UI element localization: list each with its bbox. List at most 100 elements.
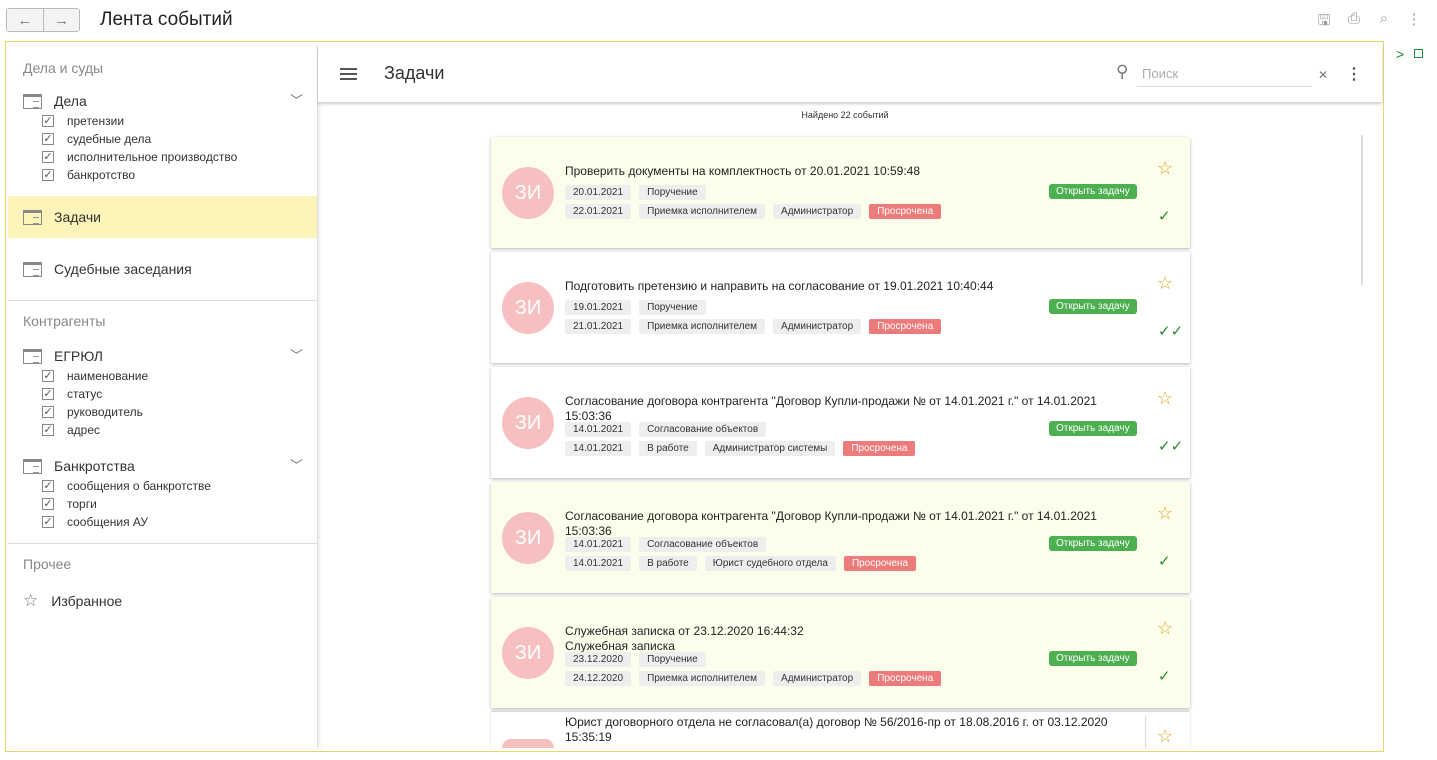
open-task-button[interactable]: Открыть задачу (1049, 536, 1137, 551)
sidebar-group-bankruptcy[interactable]: Банкротства ﹀ (8, 455, 317, 477)
menu-icon[interactable] (340, 68, 357, 80)
check-icon: ✓ (1158, 208, 1171, 225)
checkbox-checked-icon[interactable]: ✓ (42, 151, 54, 163)
filter-checkbox-item[interactable]: ✓ сообщения АУ (8, 513, 317, 531)
avatar: ЗИ (502, 397, 554, 449)
preview-icon[interactable]: ⌕ (1375, 10, 1393, 35)
checkbox-checked-icon[interactable]: ✓ (42, 516, 54, 528)
chevron-down-icon[interactable]: ﹀ (290, 90, 303, 109)
filter-label: адрес (67, 423, 101, 437)
page-header: Задачи ⚲ ✕ ⋮ (318, 46, 1382, 102)
filter-label: сообщения АУ (67, 515, 149, 529)
forward-button[interactable]: → (43, 9, 79, 31)
open-task-button[interactable]: Открыть задачу (1049, 184, 1137, 199)
star-icon[interactable]: ☆ (1157, 618, 1173, 639)
checkbox-checked-icon[interactable]: ✓ (42, 169, 54, 181)
tag: Приемка исполнителем (639, 319, 766, 334)
square-icon[interactable] (1414, 49, 1423, 58)
tag-row: 14.01.2021 В работе Администратор системы П… (565, 441, 916, 456)
print-icon[interactable]: ⎙ (1345, 10, 1363, 35)
clear-search-icon[interactable]: ✕ (1318, 68, 1328, 82)
tag: Юрист судебного отдела (704, 556, 836, 571)
tag-row: 14.01.2021 Согласование объектов (565, 537, 767, 552)
tag-row: 24.12.2020 Приемка исполнителем Администра… (565, 671, 942, 686)
scrollbar[interactable] (1361, 135, 1363, 285)
event-card[interactable]: ЗИ Подготовить претензию и направить на с… (491, 252, 1190, 363)
calendar-icon (23, 93, 42, 109)
more-options-icon[interactable]: ⋮ (1346, 64, 1362, 84)
save-icon[interactable]: 🖫 (1315, 10, 1333, 35)
check-icon: ✓ (1158, 553, 1171, 570)
filter-checkbox-item[interactable]: ✓ сообщения о банкротстве (8, 477, 317, 495)
checkbox-checked-icon[interactable]: ✓ (42, 115, 54, 127)
search-input[interactable] (1137, 61, 1312, 87)
event-title: Подготовить претензию и направить на сог… (565, 279, 994, 293)
sidebar-group-egrul[interactable]: ЕГРЮЛ ﹀ (8, 345, 317, 367)
item-label: Задачи (54, 209, 102, 225)
filter-label: исполнительное производство (67, 150, 238, 164)
event-card[interactable]: ЗИ Согласование договора контрагента "Дог… (491, 367, 1190, 478)
open-task-button[interactable]: Открыть задачу (1049, 651, 1137, 666)
group-label: Дела (54, 93, 87, 109)
group-label: Банкротства (54, 458, 135, 474)
chevron-down-icon[interactable]: ﹀ (290, 345, 303, 364)
section-label: Контрагенты (23, 313, 106, 329)
back-button[interactable]: ← (7, 9, 43, 31)
tag-row: 21.01.2021 Приемка исполнителем Администра… (565, 319, 942, 334)
window-title: Лента событий (100, 9, 233, 30)
calendar-icon (23, 458, 42, 474)
tag: Администратор (773, 319, 862, 334)
check-icon: ✓ (1158, 668, 1171, 685)
filter-label: статус (67, 387, 103, 401)
checkbox-checked-icon[interactable]: ✓ (42, 388, 54, 400)
tag: 14.01.2021 (565, 537, 632, 552)
tag-row: 22.01.2021 Приемка исполнителем Администра… (565, 204, 942, 219)
calendar-icon (23, 348, 42, 364)
filter-checkbox-item[interactable]: ✓ адрес (8, 421, 317, 439)
open-task-button[interactable]: Открыть задачу (1049, 299, 1137, 314)
filter-checkbox-item[interactable]: ✓ торги (8, 495, 317, 513)
filter-label: руководитель (67, 405, 143, 419)
filter-checkbox-item[interactable]: ✓ наименование (8, 367, 317, 385)
event-card[interactable]: ЗИ Согласование договора контрагента "Дог… (491, 482, 1190, 593)
sidebar-item-favorites[interactable]: ☆ Избранное (8, 580, 317, 622)
star-icon[interactable]: ☆ (1157, 388, 1173, 409)
checkbox-checked-icon[interactable]: ✓ (42, 480, 54, 492)
more-icon[interactable]: ⋮ (1405, 10, 1423, 35)
checkbox-checked-icon[interactable]: ✓ (42, 370, 54, 382)
event-card[interactable]: ЗИ Служебная записка от 23.12.2020 16:44:… (491, 597, 1190, 708)
sidebar-item-hearings[interactable]: Судебные заседания (8, 248, 317, 290)
sidebar-item-tasks[interactable]: Задачи (8, 196, 317, 238)
chevron-right-icon[interactable]: > (1396, 46, 1404, 62)
calendar-icon (23, 209, 42, 225)
item-label: Избранное (51, 593, 123, 609)
event-card[interactable]: ЗИ Юрист договорного отдела не согласовал… (491, 712, 1190, 748)
filter-label: банкротство (67, 168, 136, 182)
chevron-down-icon[interactable]: ﹀ (290, 455, 303, 474)
open-task-button[interactable]: Открыть задачу (1049, 421, 1137, 436)
checkbox-checked-icon[interactable]: ✓ (42, 133, 54, 145)
sidebar-group-dela[interactable]: Дела ﹀ (8, 90, 317, 112)
checkbox-checked-icon[interactable]: ✓ (42, 406, 54, 418)
star-icon[interactable]: ☆ (1157, 726, 1173, 747)
filter-checkbox-item[interactable]: ✓ исполнительное производство (8, 148, 317, 166)
card-divider (1145, 716, 1146, 748)
star-icon[interactable]: ☆ (1157, 273, 1173, 294)
event-title: Проверить документы на комплектность от … (565, 164, 921, 178)
filter-checkbox-item[interactable]: ✓ руководитель (8, 403, 317, 421)
tag: 14.01.2021 (565, 422, 632, 437)
tag-row: 14.01.2021 В работе Юрист судебного отдела… (565, 556, 917, 571)
star-icon[interactable]: ☆ (1157, 158, 1173, 179)
filter-checkbox-item[interactable]: ✓ банкротство (8, 166, 317, 184)
tag: Согласование объектов (639, 537, 767, 552)
filter-checkbox-item[interactable]: ✓ судебные дела (8, 130, 317, 148)
filter-checkbox-item[interactable]: ✓ претензии (8, 112, 317, 130)
event-card[interactable]: ЗИ Проверить документы на комплектность о… (491, 137, 1190, 248)
checkbox-checked-icon[interactable]: ✓ (42, 424, 54, 436)
checkbox-checked-icon[interactable]: ✓ (42, 498, 54, 510)
filter-checkbox-item[interactable]: ✓ статус (8, 385, 317, 403)
event-title: Юрист договорного отдела не согласовал(а… (565, 715, 1108, 744)
star-icon[interactable]: ☆ (1157, 503, 1173, 524)
filter-label: наименование (67, 369, 149, 383)
tag: 22.01.2021 (565, 204, 632, 219)
